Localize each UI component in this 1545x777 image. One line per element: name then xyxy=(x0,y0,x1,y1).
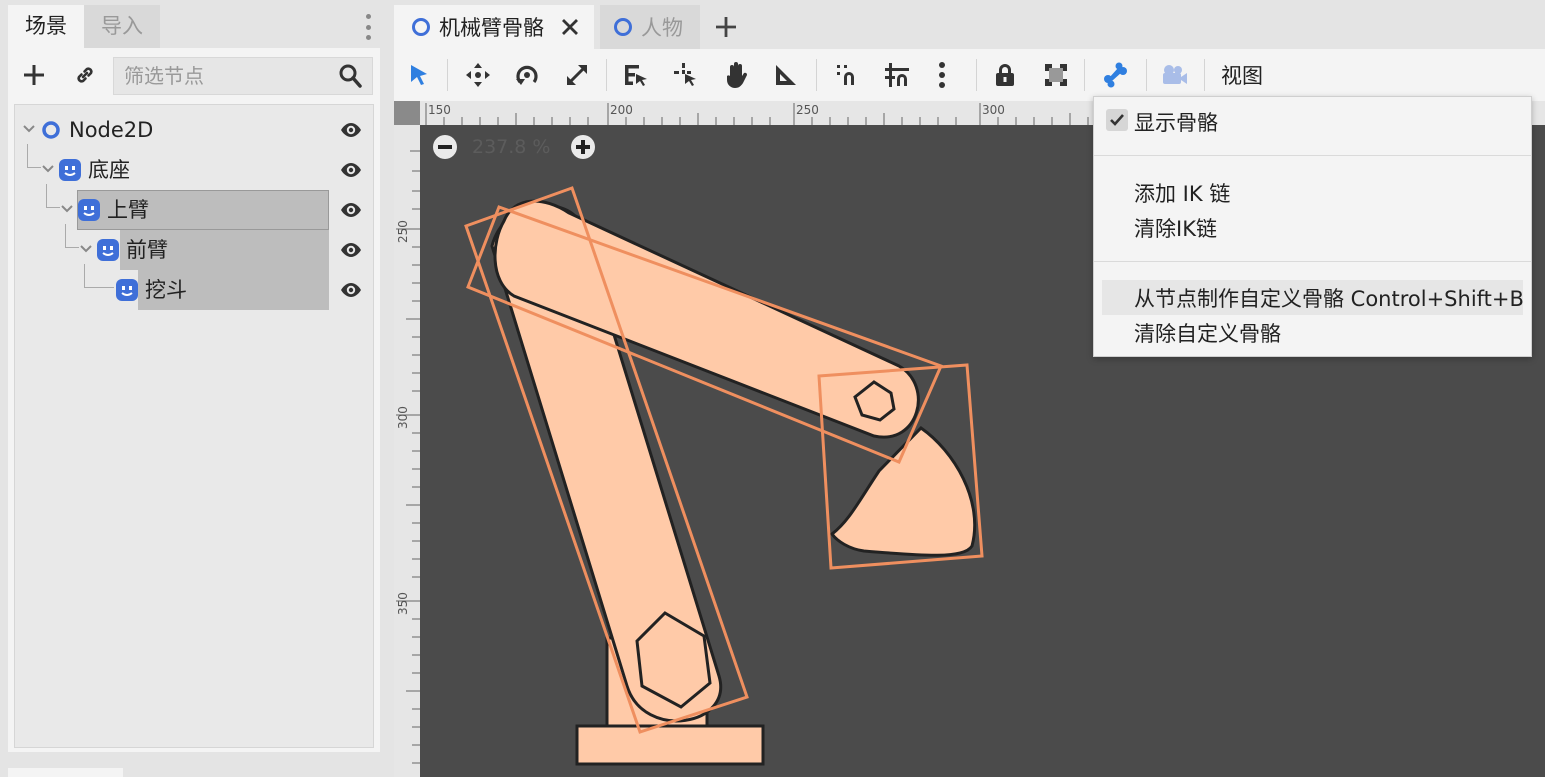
scene-tree: Node2D 底座 上臂 前臂 挖斗 xyxy=(14,104,374,748)
chevron-down-icon[interactable] xyxy=(22,122,36,136)
menu-separator xyxy=(1094,155,1531,156)
scene-tree-panel: Node2D 底座 上臂 前臂 挖斗 xyxy=(8,102,380,752)
tree-connector xyxy=(65,224,79,248)
ruler-icon[interactable] xyxy=(773,62,799,88)
tree-connector xyxy=(27,144,41,168)
grid-snap-icon[interactable] xyxy=(883,61,911,89)
rotate-icon[interactable] xyxy=(514,62,540,88)
lock-icon[interactable] xyxy=(993,62,1017,88)
menu-item-clear-ik-chain[interactable]: 清除IK链 xyxy=(1134,213,1217,243)
base-plate-sprite xyxy=(575,724,765,766)
close-icon[interactable] xyxy=(560,17,580,37)
ruler-label: 300 xyxy=(982,103,1005,117)
zoom-controls: 237.8 % xyxy=(432,134,596,160)
filter-field xyxy=(113,57,373,95)
tab-scene[interactable]: 场景 xyxy=(8,5,84,48)
node2d-icon xyxy=(614,18,632,36)
visibility-eye-icon[interactable] xyxy=(339,198,363,222)
bucket-sprite xyxy=(829,426,977,557)
chevron-down-icon[interactable] xyxy=(41,162,55,176)
tree-item-label: 挖斗 xyxy=(145,278,187,302)
canvas-toolbar: 视图 xyxy=(394,49,1545,101)
chevron-down-icon[interactable] xyxy=(60,202,74,216)
editor-window: 场景 导入 Node2D xyxy=(0,0,1545,777)
chevron-down-icon[interactable] xyxy=(79,242,93,256)
pan-icon[interactable] xyxy=(723,61,749,89)
scene-tabs: 机械臂骨骼 人物 xyxy=(394,5,1545,49)
list-select-icon[interactable] xyxy=(623,62,649,88)
zoom-in-icon[interactable] xyxy=(570,134,596,160)
bone-node-icon xyxy=(59,159,81,181)
smart-snap-icon[interactable] xyxy=(834,62,860,88)
visibility-eye-icon[interactable] xyxy=(339,278,363,302)
visibility-eye-icon[interactable] xyxy=(339,238,363,262)
tree-item-label: 前臂 xyxy=(126,238,168,262)
scene-dock: 场景 导入 Node2D xyxy=(0,0,382,777)
scale-icon[interactable] xyxy=(564,62,590,88)
menu-item-show-bones[interactable]: 显示骨骼 xyxy=(1134,107,1218,137)
ruler-label: 150 xyxy=(428,103,451,117)
menu-item-add-ik-chain[interactable]: 添加 IK 链 xyxy=(1134,178,1230,208)
checkmark-icon[interactable] xyxy=(1106,109,1128,131)
scene-toolbar xyxy=(8,48,380,102)
ruler-label: 300 xyxy=(396,406,410,429)
bone-icon[interactable] xyxy=(1102,62,1128,88)
tab-robot-arm-bones[interactable]: 机械臂骨骼 xyxy=(394,5,594,49)
tree-item-node2d[interactable]: Node2D xyxy=(15,110,373,150)
more-icon[interactable] xyxy=(938,61,946,89)
node2d-icon xyxy=(42,121,60,139)
pivot-icon[interactable] xyxy=(673,62,699,88)
menu-separator xyxy=(1094,261,1531,262)
tree-item-label: 底座 xyxy=(88,158,130,182)
group-icon[interactable] xyxy=(1043,62,1069,88)
ruler-label: 350 xyxy=(396,592,410,615)
ruler-label: 250 xyxy=(396,220,410,243)
tree-item-label: Node2D xyxy=(69,118,154,142)
bone-node-icon xyxy=(78,199,100,221)
ruler-left[interactable]: 250 300 350 xyxy=(394,101,420,777)
ruler-corner xyxy=(394,101,420,125)
ruler-label: 250 xyxy=(796,103,819,117)
skeleton-options-menu: 显示骨骼 添加 IK 链 清除IK链 从节点制作自定义骨骼 Control+Sh… xyxy=(1093,96,1532,357)
zoom-out-icon[interactable] xyxy=(432,134,458,160)
view-menu-button[interactable]: 视图 xyxy=(1221,60,1263,90)
link-icon[interactable] xyxy=(69,59,101,91)
ruler-left-ticks xyxy=(396,150,420,764)
tree-item-bucket[interactable]: 挖斗 xyxy=(15,264,373,310)
select-icon[interactable] xyxy=(408,63,430,87)
search-icon xyxy=(338,62,364,94)
tab-character[interactable]: 人物 xyxy=(600,5,700,49)
camera-icon[interactable] xyxy=(1160,63,1188,87)
tab-label: 人物 xyxy=(641,16,683,40)
visibility-eye-icon[interactable] xyxy=(339,118,363,142)
filter-input[interactable] xyxy=(114,58,334,94)
bone-node-icon xyxy=(116,279,138,301)
tree-item-base[interactable]: 底座 xyxy=(15,144,373,190)
menu-item-clear-custom-bones[interactable]: 清除自定义骨骼 xyxy=(1134,318,1281,348)
menu-item-make-custom-bones[interactable]: 从节点制作自定义骨骼 Control+Shift+B xyxy=(1134,283,1524,313)
move-icon[interactable] xyxy=(465,62,491,88)
zoom-level[interactable]: 237.8 % xyxy=(472,136,556,158)
dock-menu-icon[interactable] xyxy=(362,12,374,42)
tab-import[interactable]: 导入 xyxy=(84,5,160,48)
node2d-icon xyxy=(412,18,430,36)
tab-label: 机械臂骨骼 xyxy=(439,16,544,40)
bone-node-icon xyxy=(97,239,119,261)
tree-item-label: 上臂 xyxy=(107,198,149,222)
ruler-label: 200 xyxy=(610,103,633,117)
add-tab-icon[interactable] xyxy=(714,15,738,39)
tree-connector xyxy=(84,264,114,288)
add-node-icon[interactable] xyxy=(18,59,50,91)
dock-tabs: 场景 导入 xyxy=(8,5,160,48)
bottom-dock-tab[interactable] xyxy=(8,768,123,777)
tree-connector xyxy=(46,184,60,208)
tree-item-forearm[interactable]: 前臂 xyxy=(15,224,373,270)
visibility-eye-icon[interactable] xyxy=(339,158,363,182)
